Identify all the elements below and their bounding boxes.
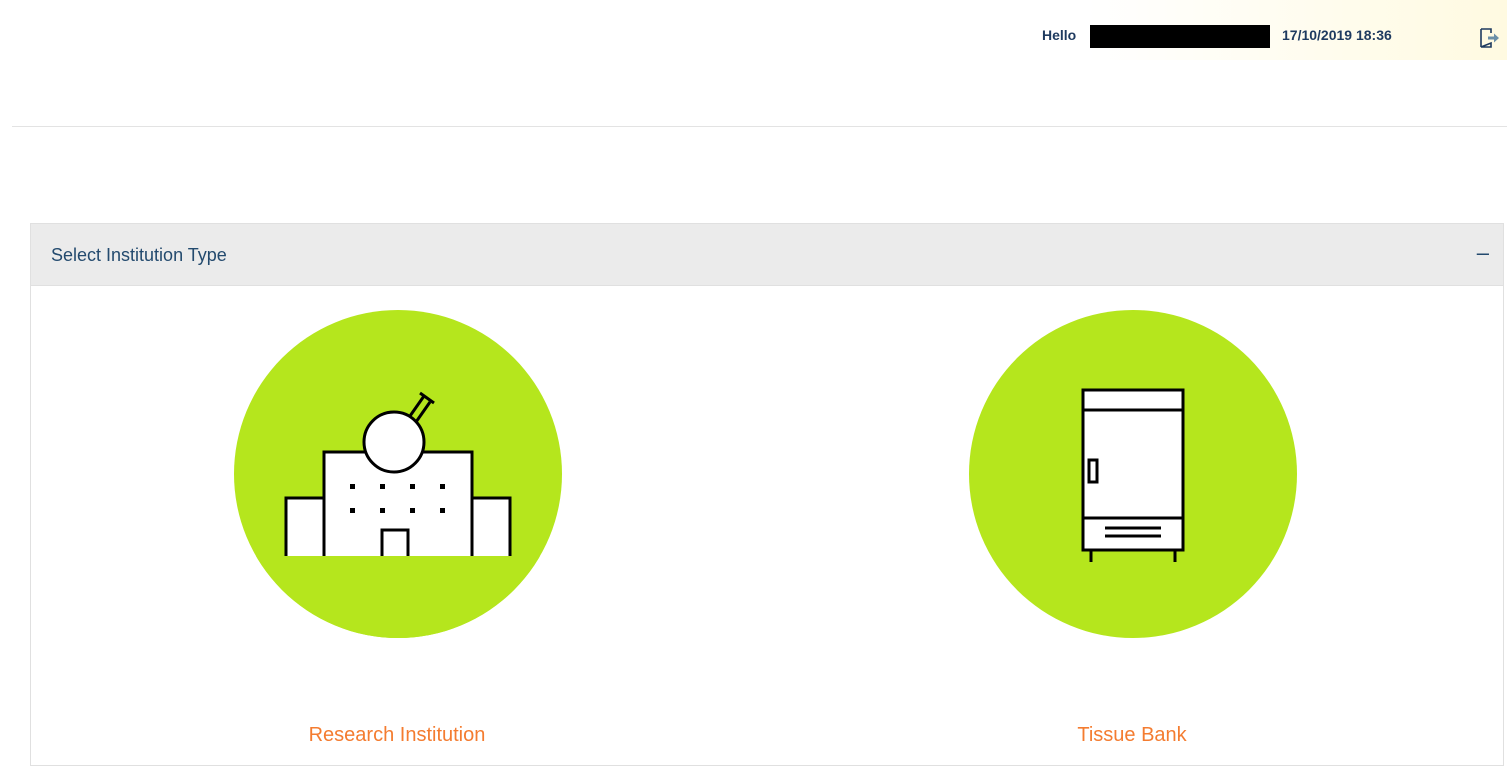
research-institution-circle[interactable]: [234, 310, 562, 638]
tissue-bank-label[interactable]: Tissue Bank: [967, 724, 1297, 747]
research-building-icon: [234, 391, 562, 638]
tissue-bank-option[interactable]: Tissue Bank: [967, 310, 1297, 746]
research-institution-label[interactable]: Research Institution: [232, 724, 562, 747]
freezer-icon: [1081, 388, 1185, 562]
redacted-user-name: [1090, 25, 1270, 48]
top-header: [12, 0, 1507, 127]
institution-type-panel: Select Institution Type – Research Insti…: [30, 223, 1504, 766]
collapse-toggle-button[interactable]: –: [1477, 240, 1489, 266]
research-institution-option[interactable]: Research Institution: [232, 310, 562, 746]
logout-icon[interactable]: [1478, 26, 1502, 50]
greeting-text: Hello: [1042, 27, 1077, 43]
panel-header[interactable]: Select Institution Type –: [31, 224, 1503, 286]
current-datetime: 17/10/2019 18:36: [1282, 27, 1392, 43]
page: Hello 17/10/2019 18:36 Select Institutio…: [0, 0, 1507, 781]
tissue-bank-circle[interactable]: [969, 310, 1297, 638]
panel-title: Select Institution Type: [51, 245, 227, 265]
